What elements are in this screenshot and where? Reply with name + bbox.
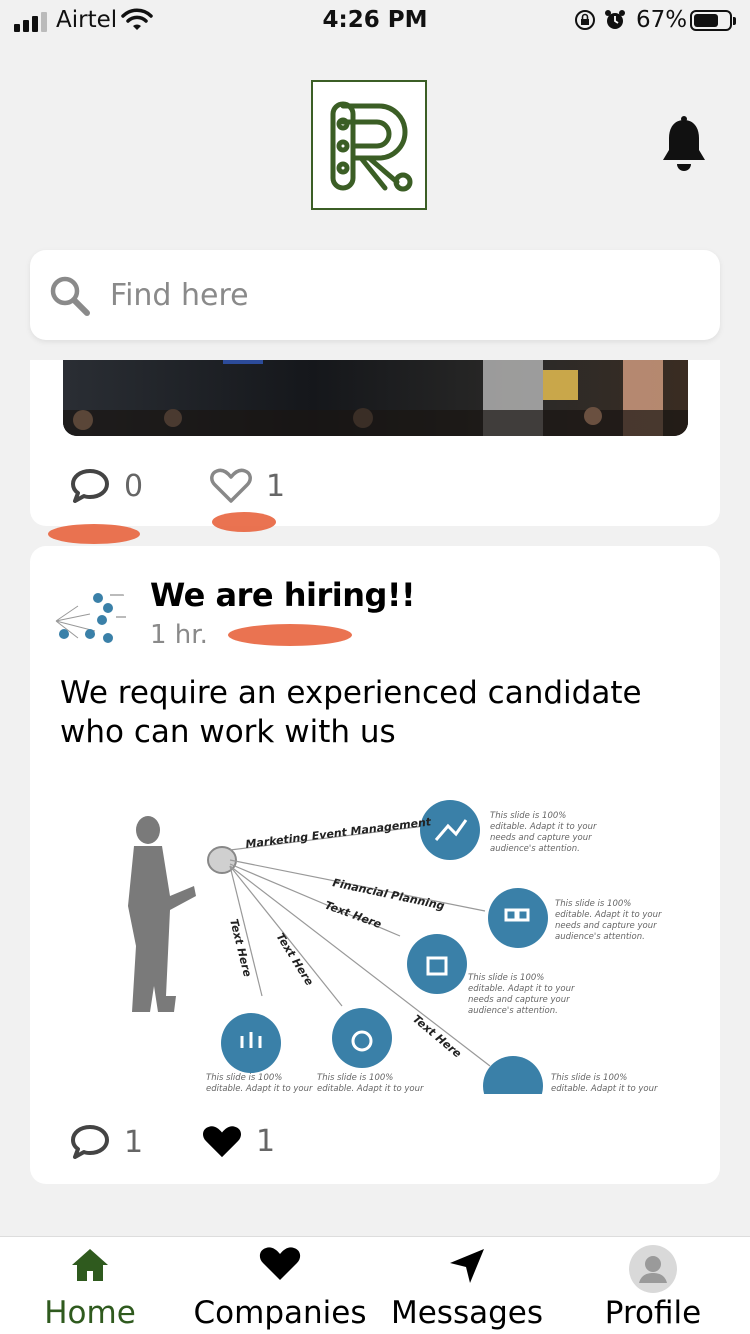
author-avatar[interactable] [50, 576, 130, 656]
post-body: We require an experienced candidate who … [60, 675, 642, 750]
alarm-icon [605, 10, 625, 29]
like-count: 1 [266, 468, 286, 504]
battery-icon [690, 10, 736, 31]
tab-label: Companies [193, 1295, 367, 1331]
search-input[interactable] [110, 274, 670, 316]
tab-label: Home [44, 1295, 136, 1331]
tab-label: Profile [604, 1295, 702, 1331]
post-card[interactable]: 0 1 [30, 360, 720, 526]
bottom-tab-bar: Home Companies Messages Profile [0, 1236, 750, 1334]
app-logo[interactable] [311, 80, 427, 210]
avatar-image [50, 576, 130, 656]
bell-icon[interactable] [660, 116, 708, 172]
post-image[interactable]: Marketing Event Management Financial Pla… [70, 786, 680, 1094]
infographic-heading: Text Here [273, 931, 316, 989]
comment-icon [71, 1125, 109, 1159]
like-action[interactable]: 1 [210, 468, 285, 504]
r-logo-icon [330, 101, 413, 192]
comment-count: 1 [124, 1124, 144, 1160]
infographic-caption: This slide is 100% editable. Adapt it to… [490, 811, 599, 854]
avatar-icon [629, 1245, 677, 1293]
infographic-heading: Marketing Event Management [245, 815, 433, 851]
search-icon[interactable] [48, 274, 92, 318]
infographic-caption: This slide is 100% editable. Adapt it to… [468, 973, 577, 1016]
event-photo [63, 360, 688, 436]
comment-action[interactable]: 1 [70, 1124, 143, 1160]
home-icon [72, 1249, 108, 1281]
post-card[interactable]: We are hiring!! 1 hr. We require an expe… [30, 546, 720, 1184]
businessman-silhouette [128, 816, 196, 1012]
heart-icon [259, 1247, 301, 1280]
post-timestamp: 1 hr. [150, 620, 208, 650]
post-image[interactable] [63, 360, 688, 436]
orientation-lock-icon [575, 10, 595, 30]
like-count: 1 [256, 1124, 276, 1159]
redaction-mark [48, 524, 140, 544]
heart-outline-icon [210, 468, 252, 503]
infographic-image: Marketing Event Management Financial Pla… [128, 800, 664, 1094]
comment-count: 0 [124, 468, 144, 504]
like-action[interactable]: 1 [202, 1124, 275, 1159]
infographic-caption: This slide is 100% editable. Adapt it to… [317, 1073, 424, 1094]
tab-companies[interactable]: Companies [188, 1237, 372, 1334]
post-title: We are hiring!! [150, 576, 416, 614]
tab-messages[interactable]: Messages [382, 1237, 552, 1334]
navigation-arrow-icon [450, 1249, 484, 1283]
infographic-caption: This slide is 100% editable. Adapt it to… [551, 1073, 658, 1094]
redaction-mark [212, 512, 276, 532]
battery-percentage: 67% [636, 7, 688, 33]
infographic-caption: This slide is 100% editable. Adapt it to… [555, 899, 664, 942]
tab-home[interactable]: Home [20, 1237, 160, 1334]
redaction-mark [228, 624, 352, 646]
infographic-caption: This slide is 100% editable. Adapt it to… [206, 1073, 313, 1094]
comment-icon [71, 469, 109, 503]
infographic-heading: Text Here [410, 1012, 464, 1060]
tab-label: Messages [390, 1295, 544, 1331]
tab-profile[interactable]: Profile [590, 1237, 716, 1334]
comment-action[interactable]: 0 [70, 468, 143, 504]
heart-filled-icon [202, 1125, 242, 1157]
status-bar: Airtel 4:26 PM 67% [0, 0, 750, 40]
infographic-heading: Text Here [323, 899, 384, 932]
